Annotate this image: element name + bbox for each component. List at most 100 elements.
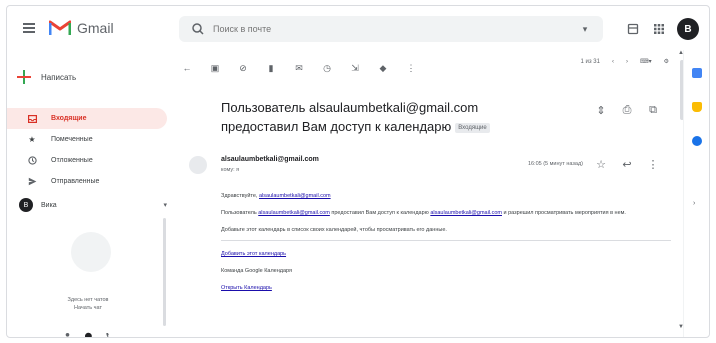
body-paragraph-2: Добавьте этот календарь в список своих к… xyxy=(221,227,447,233)
input-tools-icon[interactable]: ⌨▾ xyxy=(640,58,652,65)
star-outline-icon[interactable]: ☆ xyxy=(593,156,609,172)
p1-text: Пользователь xyxy=(221,210,257,216)
hangouts-bottom-bar xyxy=(63,332,114,337)
greeting-paragraph: Здравствуйте, alsaulaumbetkali@gmail.com xyxy=(221,192,671,200)
sidebar-item-starred[interactable]: ★ Помеченные xyxy=(7,129,167,150)
hangouts-empty-line: Здесь нет чатов xyxy=(67,297,109,303)
star-icon: ★ xyxy=(28,135,36,144)
message-subject: Пользователь alsaulaumbetkali@gmail.com … xyxy=(221,98,601,136)
archive-icon[interactable]: ▣ xyxy=(207,60,223,76)
chevron-right-icon[interactable]: › xyxy=(693,200,695,207)
gmail-m-icon xyxy=(49,20,71,35)
subject-line-2: предоставил Вам доступ к календарю xyxy=(221,119,452,134)
greeting-email-link[interactable]: alsaulaumbetkali@gmail.com xyxy=(259,193,331,199)
chevron-right-icon[interactable]: › xyxy=(626,59,628,65)
body-paragraph-1: Пользователь alsaulaumbetkali@gmail.com … xyxy=(221,209,671,217)
search-bar[interactable]: ▾ xyxy=(179,16,603,42)
more-vert-icon[interactable]: ⋮ xyxy=(403,60,419,76)
send-icon xyxy=(27,177,37,187)
recipient-line[interactable]: кому: я xyxy=(221,167,239,173)
sidebar-item-inbox[interactable]: Входящие xyxy=(7,108,167,129)
sidebar-item-sent[interactable]: Отправленные xyxy=(7,171,167,192)
expand-all-icon[interactable]: ⇕ xyxy=(593,102,609,118)
delete-icon[interactable]: ▮ xyxy=(263,60,279,76)
search-input[interactable] xyxy=(213,24,577,34)
plus-icon xyxy=(17,70,31,84)
owner-email-link[interactable]: alsaulaumbetkali@gmail.com xyxy=(258,210,330,216)
add-calendar-paragraph: Добавить этот календарь xyxy=(221,250,671,258)
sidebar-item-label: Помеченные xyxy=(51,136,93,143)
subject-line-2-wrap: предоставил Вам доступ к календарю Входящ… xyxy=(221,117,601,136)
search-icon[interactable] xyxy=(187,18,209,40)
body-card: Добавьте этот календарь в список своих к… xyxy=(221,226,671,241)
greeting-text: Здравствуйте, xyxy=(221,193,258,199)
person-icon[interactable] xyxy=(63,332,72,337)
subject-actions: ⇕ ⎙ ⧉ xyxy=(593,102,661,118)
hangouts-empty-text: Здесь нет чатов Начать чат xyxy=(13,296,163,312)
chevron-down-icon[interactable]: ▾ xyxy=(163,201,167,209)
chevron-left-icon[interactable]: ‹ xyxy=(612,59,614,65)
snooze-icon[interactable]: ◷ xyxy=(319,60,335,76)
start-chat-link[interactable]: Начать чат xyxy=(13,304,163,312)
message-meta: 16:05 (5 минут назад) ☆ ↩ ⋮ xyxy=(528,156,661,172)
signature: Команда Google Календаря xyxy=(221,268,293,274)
hangouts-scrollbar[interactable] xyxy=(163,218,166,326)
top-right-actions: B xyxy=(625,18,699,40)
settings-gear-icon[interactable]: ⚙ xyxy=(664,58,669,65)
open-new-window-icon[interactable]: ⧉ xyxy=(645,102,661,118)
app-name: Gmail xyxy=(77,19,114,36)
pager: 1 из 31 ‹ › ⌨▾ ⚙ xyxy=(580,58,669,66)
compose-button[interactable]: Написать xyxy=(17,64,76,90)
back-arrow-icon[interactable]: ← xyxy=(179,60,195,76)
message-toolbar: ← ▣ ⊘ ▮ ✉ ◷ ⇲ ◆ ⋮ 1 из 31 ‹ › ⌨▾ ⚙ xyxy=(179,58,670,78)
message-view: ← ▣ ⊘ ▮ ✉ ◷ ⇲ ◆ ⋮ 1 из 31 ‹ › ⌨▾ ⚙ Польз… xyxy=(179,50,679,337)
calendar-icon[interactable] xyxy=(692,68,702,78)
sidebar-item-label: Отправленные xyxy=(51,178,100,185)
hangouts-avatar: B xyxy=(19,198,33,212)
help-icon[interactable] xyxy=(625,21,641,37)
p1-text-mid: предоставил Вам доступ к календарю xyxy=(331,210,429,216)
hangouts-empty-illustration xyxy=(71,232,111,272)
hangouts-name: Вика xyxy=(41,201,57,209)
sender-email[interactable]: alsaulaumbetkali@gmail.com xyxy=(221,156,319,163)
sidebar: Написать Входящие ★ Помеченные Отложенны… xyxy=(7,50,171,337)
gmail-window: Gmail ▾ B Написать xyxy=(6,5,710,338)
open-calendar-paragraph: Открыть Календарь xyxy=(221,284,671,292)
keep-icon[interactable] xyxy=(692,102,702,112)
phone-icon[interactable] xyxy=(105,332,114,337)
inbox-label-badge[interactable]: Входящие xyxy=(455,122,490,133)
side-panel: › xyxy=(683,50,709,337)
folder-nav: Входящие ★ Помеченные Отложенные Отправл… xyxy=(7,108,167,192)
message-body: Здравствуйте, alsaulaumbetkali@gmail.com… xyxy=(221,192,671,301)
open-calendar-link[interactable]: Открыть Календарь xyxy=(221,285,272,291)
compose-label: Написать xyxy=(41,72,77,82)
chat-bubble-icon[interactable] xyxy=(84,332,93,337)
mark-unread-icon[interactable]: ✉ xyxy=(291,60,307,76)
calendar-link[interactable]: alsaulaumbetkali@gmail.com xyxy=(430,210,502,216)
message-time: 16:05 (5 минут назад) xyxy=(527,161,583,167)
pager-count: 1 из 31 xyxy=(580,58,600,65)
sidebar-item-snoozed[interactable]: Отложенные xyxy=(7,150,167,171)
subject-line-1: Пользователь alsaulaumbetkali@gmail.com xyxy=(221,100,479,115)
more-vert-icon[interactable]: ⋮ xyxy=(645,156,661,172)
main-menu-icon[interactable] xyxy=(23,23,35,33)
sidebar-item-label: Входящие xyxy=(51,115,87,122)
reply-icon[interactable]: ↩ xyxy=(619,156,635,172)
top-bar: Gmail ▾ B xyxy=(7,6,709,50)
sender-avatar xyxy=(189,156,207,174)
report-spam-icon[interactable]: ⊘ xyxy=(235,60,251,76)
clock-icon xyxy=(27,156,37,166)
search-options-icon[interactable]: ▾ xyxy=(577,21,593,37)
account-avatar[interactable]: B xyxy=(677,18,699,40)
p1-text-post: и разрешил просматривать мероприятия в н… xyxy=(503,210,626,216)
apps-grid-icon[interactable] xyxy=(651,21,667,37)
hangouts-user[interactable]: B Вика ▾ xyxy=(19,198,167,212)
gmail-logo[interactable]: Gmail xyxy=(49,19,114,36)
label-icon[interactable]: ◆ xyxy=(375,60,391,76)
tasks-icon[interactable] xyxy=(692,136,702,146)
sidebar-item-label: Отложенные xyxy=(51,157,93,164)
print-icon[interactable]: ⎙ xyxy=(619,102,635,118)
move-to-icon[interactable]: ⇲ xyxy=(347,60,363,76)
hangouts-panel: Здесь нет чатов Начать чат xyxy=(13,218,163,328)
add-calendar-link[interactable]: Добавить этот календарь xyxy=(221,251,286,257)
